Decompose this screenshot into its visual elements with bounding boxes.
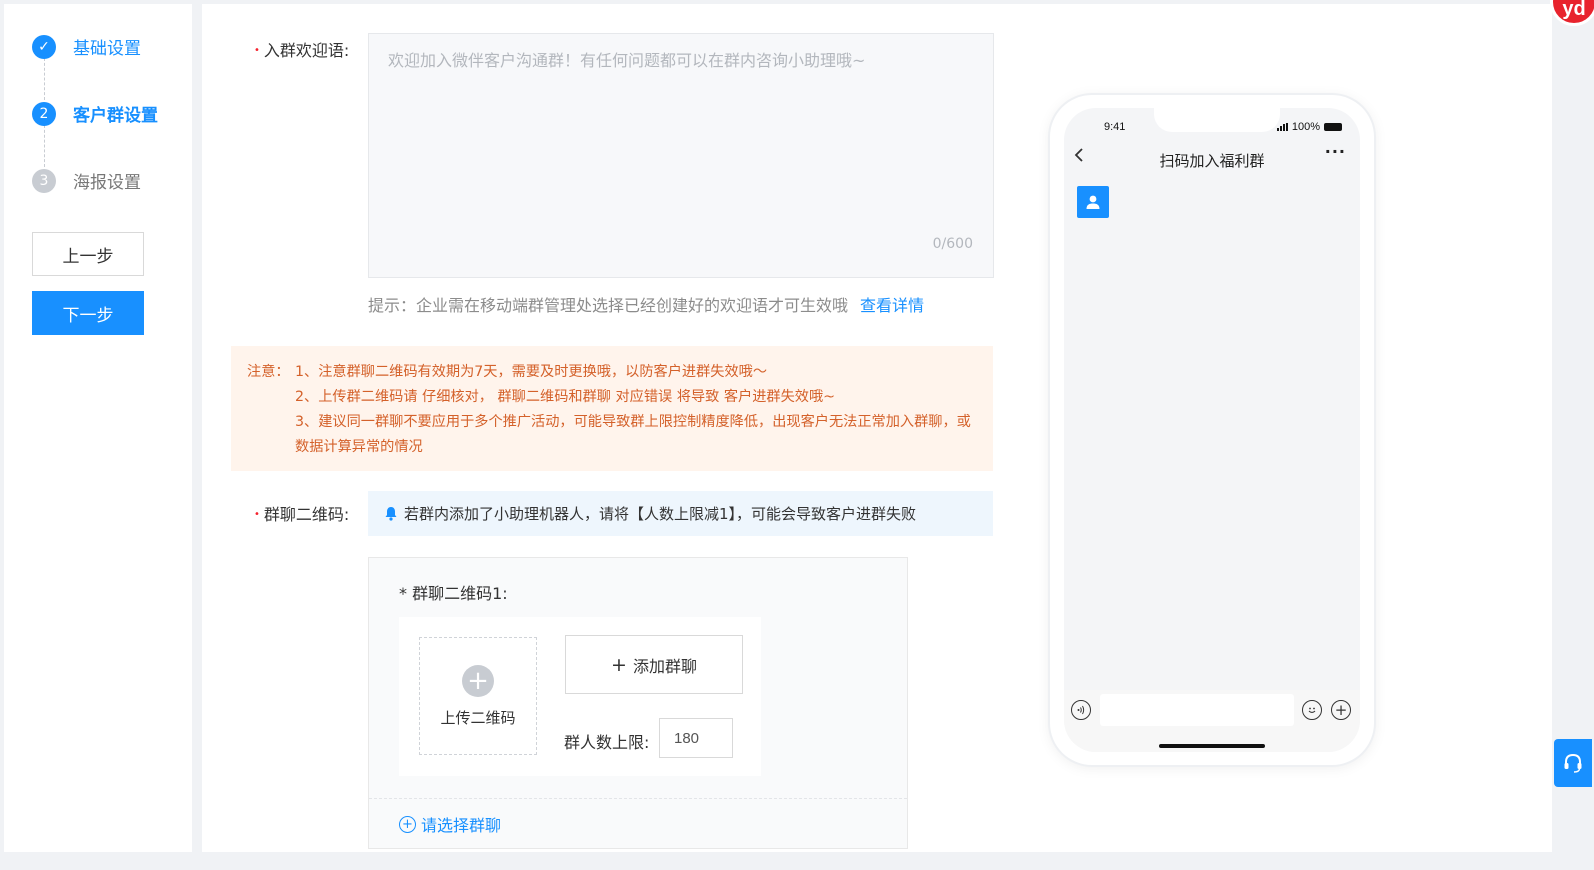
welcome-label: • 入群欢迎语: [254,41,350,60]
step-poster-settings[interactable]: 3 海报设置 [32,168,141,193]
step-customer-group-settings[interactable]: 2 客户群设置 [32,101,158,126]
emoji-icon[interactable] [1302,700,1322,720]
qr-label: • 群聊二维码: [254,505,350,524]
phone-preview: 9:41 100% 扫码加入福利群 ··· + [1050,95,1374,765]
bell-icon [385,507,397,521]
more-icon[interactable]: ··· [1325,142,1346,161]
battery-percent: 100% [1291,121,1320,133]
step-basic-settings[interactable]: ✓ 基础设置 [32,34,141,59]
notice-row: 注意： 1、注意群聊二维码有效期为7天，需要及时更换哦，以防客户进群失效哦～ [247,360,977,385]
notice-row: 2、上传群二维码请 仔细核对， 群聊二维码和群聊 对应错误 将导致 客户进群失效… [247,385,977,410]
qr-card: * 群聊二维码1: + 上传二维码 + 添加群聊 群人数上限: + 请选择群聊 [368,557,908,849]
next-step-button[interactable]: 下一步 [32,291,144,335]
select-group-label: 请选择群聊 [421,816,502,835]
avatar [1077,186,1109,218]
divider [369,798,907,799]
user-icon [1086,195,1100,209]
plus-circle-icon: + [399,815,416,833]
check-icon: ✓ [32,34,56,59]
prev-step-button[interactable]: 上一步 [32,232,144,276]
group-limit-input[interactable] [659,718,733,758]
qr-card-title: * 群聊二维码1: [399,584,508,603]
add-group-button[interactable]: + 添加群聊 [565,635,743,694]
step-label: 客户群设置 [73,106,158,126]
step-number: 2 [32,101,56,126]
welcome-textarea[interactable]: 欢迎加入微伴客户沟通群！有任何问题都可以在群内咨询小助理哦~ 0/600 [368,33,994,278]
headset-icon [1564,753,1582,773]
status-indicators: 100% [1276,121,1342,133]
notice-line: 3、建议同一群聊不要应用于多个推广活动，可能导致群上限控制精度降低，出现客户无法… [295,414,971,455]
robot-info-text: 若群内添加了小助理机器人，请将【人数上限减1】，可能会导致客户进群失败 [404,505,917,523]
required-mark: • [254,45,260,56]
plus-icon[interactable]: + [1331,700,1351,720]
welcome-placeholder: 欢迎加入微伴客户沟通群！有任何问题都可以在群内咨询小助理哦~ [388,51,866,70]
required-mark: • [254,509,260,520]
upload-qr-button[interactable]: + 上传二维码 [419,637,537,755]
plus-icon: + [611,653,627,676]
phone-screen: 9:41 100% 扫码加入福利群 ··· + [1064,108,1360,752]
welcome-tip: 提示：企业需在移动端群管理处选择已经创建好的欢迎语才可生效哦 查看详情 [368,292,924,316]
tip-text: 提示：企业需在移动端群管理处选择已经创建好的欢迎语才可生效哦 [368,296,849,315]
plus-icon: + [462,664,494,697]
qr-inner: + 上传二维码 + 添加群聊 群人数上限: [399,617,761,776]
char-counter: 0/600 [932,236,973,252]
step-connector [44,125,45,167]
notice-line: 2、上传群二维码请 仔细核对， 群聊二维码和群聊 对应错误 将导致 客户进群失效… [295,389,836,405]
notice-row: 3、建议同一群聊不要应用于多个推广活动，可能导致群上限控制精度降低，出现客户无法… [247,410,977,460]
add-group-label: 添加群聊 [632,656,697,676]
robot-info-bar: 若群内添加了小助理机器人，请将【人数上限减1】，可能会导致客户进群失败 [368,491,993,536]
step-label: 基础设置 [73,39,141,59]
select-group-link[interactable]: + 请选择群聊 [399,812,501,836]
signal-icon [1276,123,1288,131]
view-details-link[interactable]: 查看详情 [860,296,924,315]
notice-line: 1、注意群聊二维码有效期为7天，需要及时更换哦，以防客户进群失效哦～ [295,364,768,380]
step-number: 3 [32,168,56,193]
notice-box: 注意： 1、注意群聊二维码有效期为7天，需要及时更换哦，以防客户进群失效哦～ 2… [231,346,993,471]
phone-chat-title: 扫码加入福利群 [1159,152,1265,170]
battery-icon [1324,123,1342,131]
notice-prefix: 注意： [247,364,290,380]
step-label: 海报设置 [73,173,141,193]
upload-qr-label: 上传二维码 [440,708,516,727]
main-panel: • 入群欢迎语: 欢迎加入微伴客户沟通群！有任何问题都可以在群内咨询小助理哦~ 0… [202,4,1552,852]
chat-input-bar: + [1064,690,1360,752]
chat-message-input[interactable] [1100,694,1294,726]
home-indicator [1159,744,1265,748]
voice-icon[interactable] [1071,700,1091,720]
status-time: 9:41 [1104,121,1126,133]
customer-support-button[interactable] [1554,739,1592,787]
phone-notch [1154,108,1280,132]
corner-logo-badge[interactable]: yd [1550,0,1594,26]
group-limit-label: 群人数上限: [564,733,650,752]
steps-panel: ✓ 基础设置 2 客户群设置 3 海报设置 上一步 下一步 [4,4,192,852]
step-connector [44,58,45,100]
